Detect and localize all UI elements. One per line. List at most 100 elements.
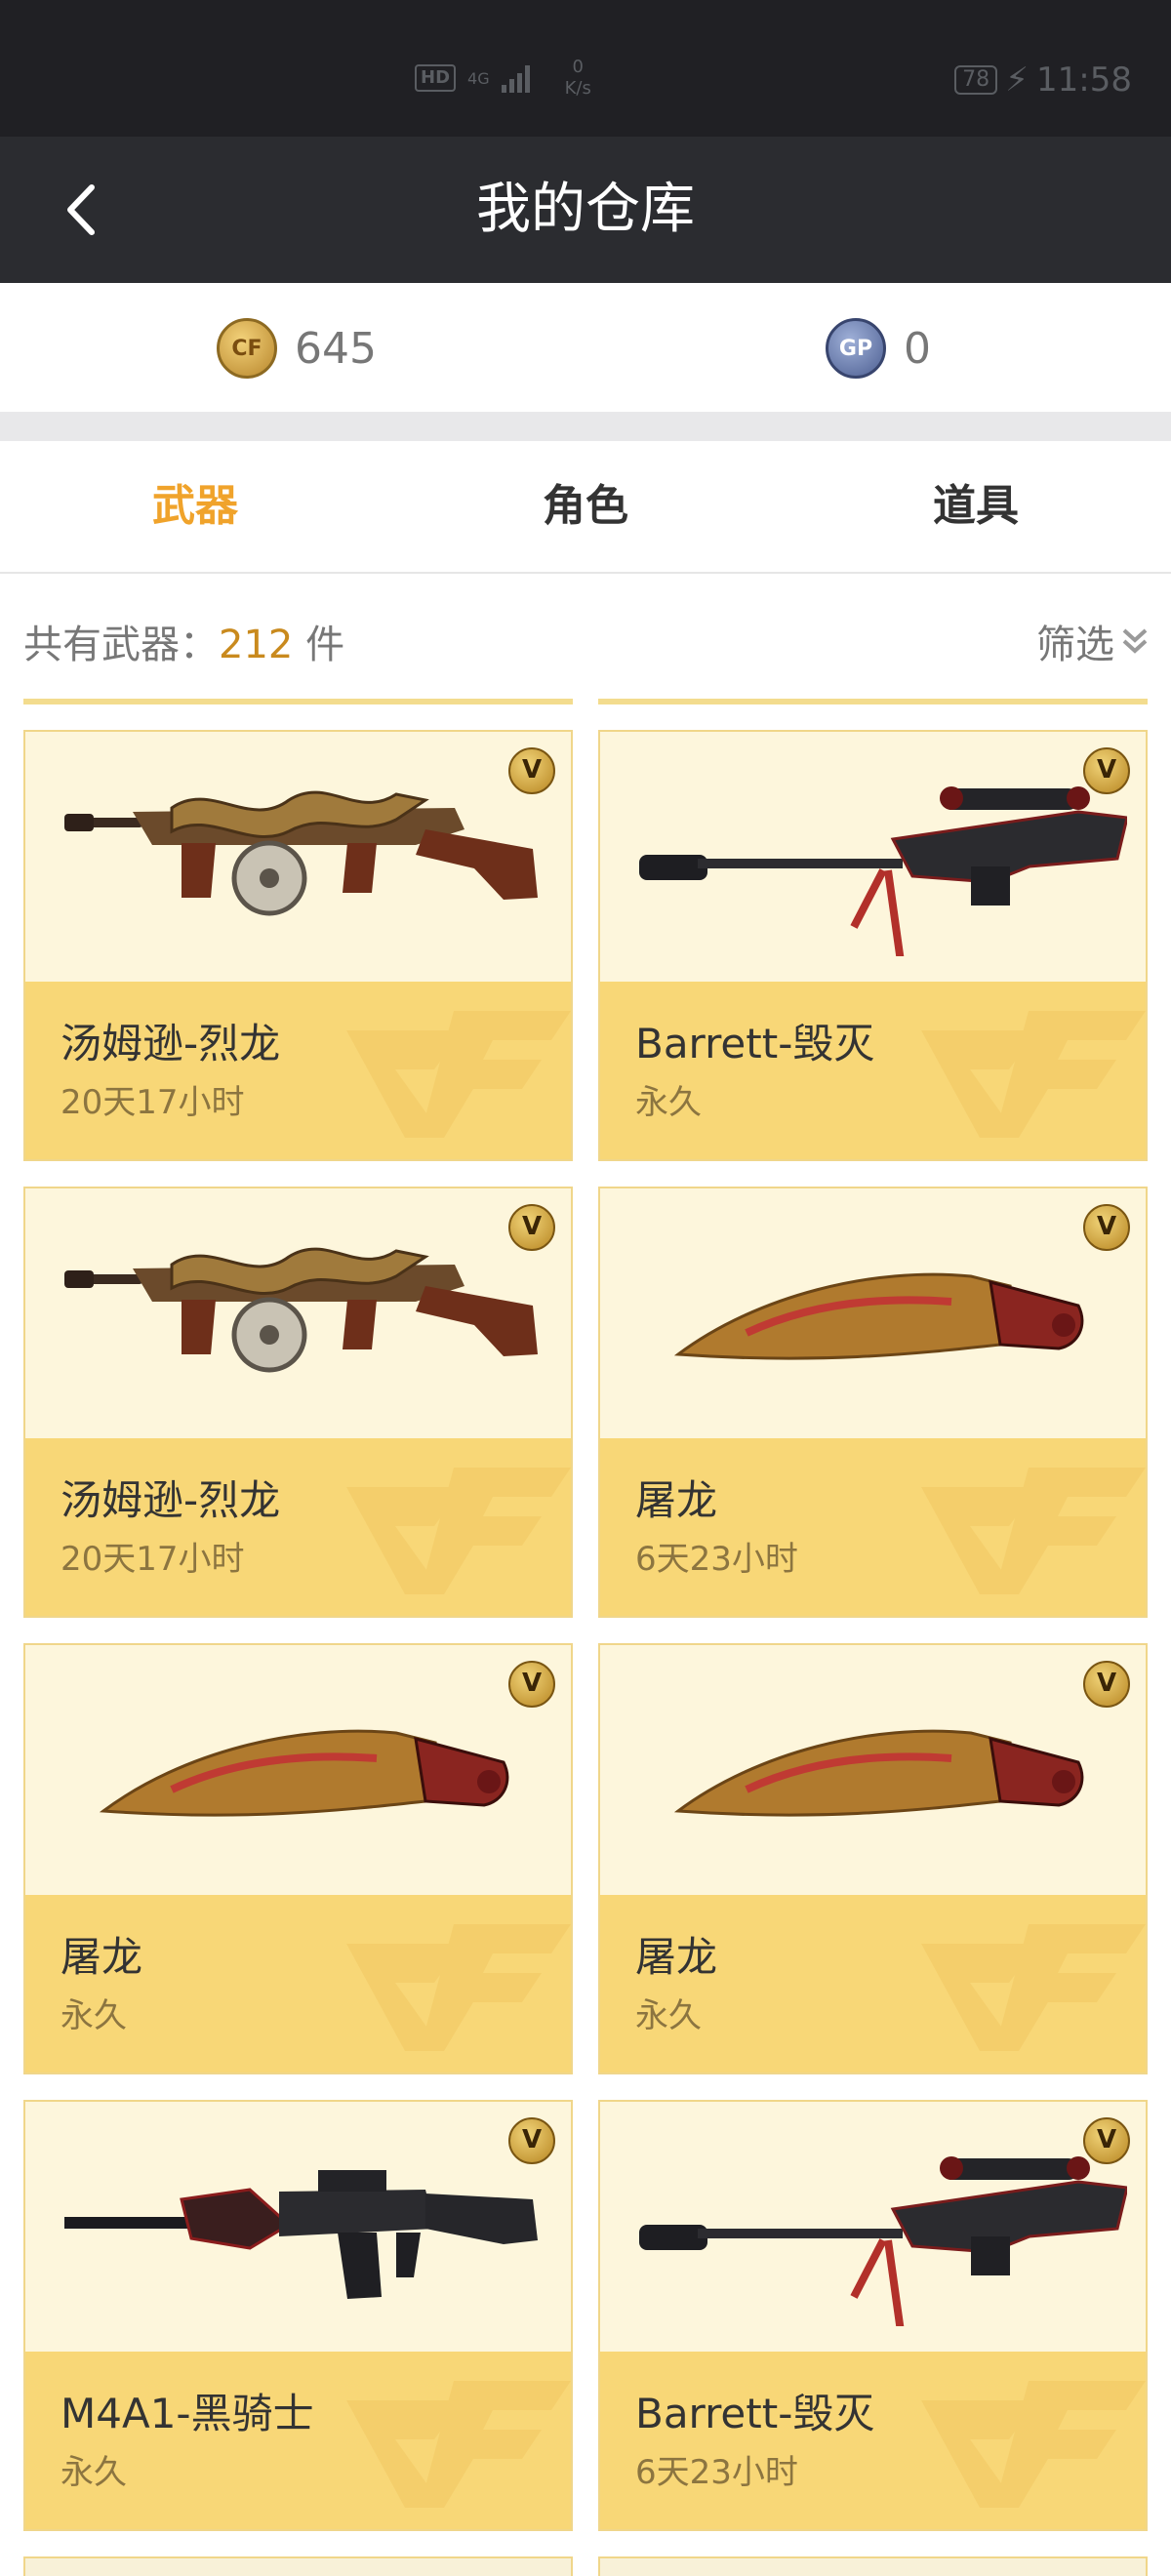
v-badge-icon: V: [508, 1204, 555, 1251]
v-badge-icon: V: [508, 1661, 555, 1708]
weapon-image-area: V: [600, 2102, 1146, 2352]
status-bar: HD 4G 0 K/s 78 ⚡ 11:58: [0, 0, 1171, 137]
v-badge-icon: V: [508, 2117, 555, 2164]
signal-icon: [501, 63, 530, 93]
network-type: 4G: [467, 68, 490, 88]
section-divider: [0, 412, 1171, 441]
cf-logo-watermark: [346, 2381, 571, 2508]
weapon-duration: 6天23小时: [635, 2453, 798, 2492]
net-speed-unit: K/s: [564, 78, 591, 99]
weapon-image-area: V: [600, 1188, 1146, 1438]
weapon-image: [673, 1272, 1084, 1360]
weapon-duration: 20天17小时: [61, 1083, 245, 1122]
weapon-info: 屠龙 6天23小时: [600, 1438, 1146, 1616]
weapon-name: 屠龙: [635, 1933, 718, 1981]
weapon-info: M4A1-黑骑士 永久: [25, 2352, 571, 2529]
weapon-duration: 永久: [61, 1996, 127, 2035]
cf-points: CF 645: [217, 318, 377, 379]
tab-weapons[interactable]: 武器: [0, 441, 390, 572]
weapon-card[interactable]: V 屠龙 永久: [23, 1643, 573, 2074]
weapon-info: Barrett-毁灭 永久: [600, 982, 1146, 1159]
cf-points-value: 645: [295, 323, 377, 374]
weapon-image-area: V: [25, 2102, 571, 2352]
weapon-duration: 永久: [635, 1996, 702, 2035]
weapon-duration: 永久: [61, 2453, 127, 2492]
cf-logo-watermark: [921, 1468, 1146, 1594]
category-tabs: 武器 角色 道具: [0, 441, 1171, 574]
app-header: 我的仓库: [0, 137, 1171, 283]
net-speed-value: 0: [572, 57, 584, 77]
cf-logo-watermark: [921, 1924, 1146, 2051]
weapon-image: [639, 786, 1127, 956]
net-speed: 0 K/s: [565, 57, 591, 100]
chevron-left-icon: [67, 184, 95, 235]
weapon-card[interactable]: V 屠龙 永久: [598, 1643, 1148, 2074]
currency-bar: CF 645 GP 0: [0, 283, 1171, 412]
card-peek-bottom-left: [23, 2556, 573, 2576]
weapon-image: [64, 1247, 538, 1373]
weapon-info: 屠龙 永久: [600, 1895, 1146, 2073]
weapon-info: 屠龙 永久: [25, 1895, 571, 2073]
card-peek-top-left: [23, 699, 573, 704]
weapon-card[interactable]: V 汤姆逊-烈龙 20天17小时: [23, 730, 573, 1161]
cf-logo-watermark: [346, 1924, 571, 2051]
weapon-count-prefix: 共有武器：: [23, 623, 219, 667]
filter-label: 筛选: [1036, 623, 1114, 667]
gp-points: GP 0: [826, 318, 931, 379]
page-title: 我的仓库: [476, 178, 695, 241]
weapon-info: 汤姆逊-烈龙 20天17小时: [25, 982, 571, 1159]
clock: 11:58: [1036, 60, 1132, 100]
v-badge-icon: V: [1083, 1204, 1130, 1251]
weapon-name: 汤姆逊-烈龙: [61, 1020, 281, 1067]
cf-logo-watermark: [346, 1011, 571, 1138]
double-chevron-down-icon: [1122, 628, 1148, 654]
weapon-image: [64, 2170, 538, 2299]
weapon-name: M4A1-黑骑士: [61, 2390, 314, 2437]
weapon-count-number: 212: [219, 623, 294, 667]
weapon-duration: 永久: [635, 1083, 702, 1122]
v-badge-icon: V: [1083, 747, 1130, 794]
cf-logo-watermark: [921, 2381, 1146, 2508]
weapon-image: [99, 1729, 509, 1817]
cf-logo-watermark: [346, 1468, 571, 1594]
weapon-name: Barrett-毁灭: [635, 1020, 875, 1067]
gp-points-value: 0: [904, 323, 931, 374]
weapon-card[interactable]: V M4A1-黑骑士 永久: [23, 2100, 573, 2531]
status-right: 78 ⚡ 11:58: [954, 60, 1132, 100]
weapon-image-area: V: [25, 1188, 571, 1438]
tab-items[interactable]: 道具: [781, 441, 1171, 572]
status-network: HD 4G 0 K/s: [415, 57, 591, 100]
filter-button[interactable]: 筛选: [1036, 613, 1150, 669]
weapon-image-area: V: [25, 732, 571, 982]
weapon-card[interactable]: V 屠龙 6天23小时: [598, 1187, 1148, 1618]
card-peek-bottom-right: [598, 2556, 1148, 2576]
v-badge-icon: V: [1083, 2117, 1130, 2164]
weapon-duration: 6天23小时: [635, 1540, 798, 1579]
weapon-name: 汤姆逊-烈龙: [61, 1476, 281, 1524]
v-badge-icon: V: [508, 747, 555, 794]
weapon-duration: 20天17小时: [61, 1540, 245, 1579]
weapon-image-area: V: [600, 732, 1146, 982]
cf-logo-watermark: [921, 1011, 1146, 1138]
card-peek-top-right: [598, 699, 1148, 704]
weapon-card[interactable]: V 汤姆逊-烈龙 20天17小时: [23, 1187, 573, 1618]
weapon-image: [639, 2156, 1127, 2326]
v-badge-icon: V: [1083, 1661, 1130, 1708]
weapon-grid: V 汤姆逊-烈龙 20天17小时 V Barrett-毁灭 永久 V 汤姆逊-烈…: [23, 730, 1148, 2531]
weapon-count-suffix: 件: [293, 623, 345, 667]
weapon-info: Barrett-毁灭 6天23小时: [600, 2352, 1146, 2529]
summary-bar: 共有武器：212 件 筛选: [0, 574, 1171, 701]
cf-coin-icon: CF: [217, 318, 277, 379]
weapon-image-area: V: [600, 1645, 1146, 1895]
gp-coin-icon: GP: [826, 318, 886, 379]
weapon-image-area: V: [25, 1645, 571, 1895]
weapon-name: 屠龙: [635, 1476, 718, 1524]
weapon-count: 共有武器：212 件: [23, 613, 344, 669]
weapon-card[interactable]: V Barrett-毁灭 6天23小时: [598, 2100, 1148, 2531]
back-button[interactable]: [49, 176, 117, 244]
weapon-info: 汤姆逊-烈龙 20天17小时: [25, 1438, 571, 1616]
weapon-image: [64, 790, 538, 916]
tab-characters[interactable]: 角色: [390, 441, 781, 572]
weapon-name: Barrett-毁灭: [635, 2390, 875, 2437]
weapon-card[interactable]: V Barrett-毁灭 永久: [598, 730, 1148, 1161]
